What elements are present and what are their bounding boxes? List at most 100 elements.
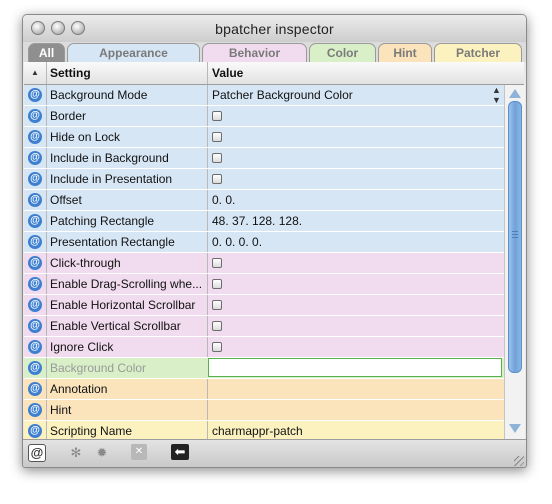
- cell-divider: [207, 190, 208, 210]
- background-mode-select[interactable]: Patcher Background Color ▲ ▼: [212, 85, 502, 105]
- vertical-scrollbar[interactable]: [504, 85, 525, 439]
- sort-indicator-icon[interactable]: ▲: [24, 62, 47, 84]
- row-gutter: @: [24, 421, 47, 439]
- hint-value[interactable]: [212, 400, 502, 420]
- attribute-icon[interactable]: @: [28, 340, 42, 354]
- attribute-icon[interactable]: @: [28, 235, 42, 249]
- cell-divider: [207, 337, 208, 357]
- attribute-icon[interactable]: @: [28, 361, 42, 375]
- attribute-icon[interactable]: @: [28, 88, 42, 102]
- row-gutter: @: [24, 316, 47, 336]
- value-column-header[interactable]: Value: [212, 62, 243, 84]
- row-gutter: @: [24, 148, 47, 168]
- row-hint[interactable]: @ Hint: [24, 400, 504, 421]
- attribute-icon[interactable]: @: [28, 382, 42, 396]
- row-enable-vertical-scrollbar[interactable]: @ Enable Vertical Scrollbar: [24, 316, 504, 337]
- row-gutter: @: [24, 379, 47, 399]
- row-gutter: @: [24, 232, 47, 252]
- enable-horizontal-scrollbar-checkbox[interactable]: [212, 300, 222, 310]
- attribute-icon[interactable]: @: [28, 214, 42, 228]
- attribute-icon[interactable]: @: [28, 298, 42, 312]
- row-presentation-rectangle[interactable]: @ Presentation Rectangle 0. 0. 0. 0.: [24, 232, 504, 253]
- column-header: ▲ Setting Value: [24, 62, 524, 85]
- row-enable-drag-scrolling[interactable]: @ Enable Drag-Scrolling whe...: [24, 274, 504, 295]
- cell-divider: [207, 274, 208, 294]
- include-in-background-checkbox[interactable]: [212, 153, 222, 163]
- patching-rectangle-value[interactable]: 48. 37. 128. 128.: [212, 211, 502, 231]
- gear-icon[interactable]: ✹: [93, 444, 111, 462]
- row-ignore-click[interactable]: @ Ignore Click: [24, 337, 504, 358]
- snowflake-icon[interactable]: ✻: [67, 444, 85, 462]
- scroll-thumb[interactable]: [508, 101, 522, 373]
- enable-vertical-scrollbar-checkbox[interactable]: [212, 321, 222, 331]
- setting-label: Hide on Lock: [50, 130, 121, 144]
- tab-patcher[interactable]: Patcher: [434, 43, 522, 62]
- row-click-through[interactable]: @ Click-through: [24, 253, 504, 274]
- offset-value[interactable]: 0. 0.: [212, 190, 502, 210]
- include-in-presentation-checkbox[interactable]: [212, 174, 222, 184]
- row-include-in-presentation[interactable]: @ Include in Presentation: [24, 169, 504, 190]
- border-checkbox[interactable]: [212, 111, 222, 121]
- click-through-checkbox[interactable]: [212, 258, 222, 268]
- row-include-in-background[interactable]: @ Include in Background: [24, 148, 504, 169]
- ignore-click-checkbox[interactable]: [212, 342, 222, 352]
- presentation-rectangle-value[interactable]: 0. 0. 0. 0.: [212, 232, 502, 252]
- attribute-icon[interactable]: @: [28, 151, 42, 165]
- scroll-down-arrow-icon[interactable]: [509, 424, 521, 433]
- attribute-icon[interactable]: @: [28, 172, 42, 186]
- tab-all[interactable]: All: [28, 43, 65, 62]
- cell-divider: [207, 232, 208, 252]
- cell-divider: [207, 211, 208, 231]
- scripting-name-value[interactable]: charmappr-patch: [212, 421, 502, 439]
- attribute-icon[interactable]: @: [28, 424, 42, 438]
- cell-divider: [207, 85, 208, 105]
- attribute-icon[interactable]: @: [28, 256, 42, 270]
- scroll-up-arrow-icon[interactable]: [509, 89, 521, 98]
- setting-label: Enable Horizontal Scrollbar: [50, 298, 196, 312]
- annotation-value[interactable]: [212, 379, 502, 399]
- hide-on-lock-checkbox[interactable]: [212, 132, 222, 142]
- cell-divider: [207, 421, 208, 439]
- row-patching-rectangle[interactable]: @ Patching Rectangle 48. 37. 128. 128.: [24, 211, 504, 232]
- tab-behavior[interactable]: Behavior: [202, 43, 307, 62]
- setting-label: Include in Presentation: [50, 172, 173, 186]
- row-offset[interactable]: @ Offset 0. 0.: [24, 190, 504, 211]
- enable-drag-scrolling-checkbox[interactable]: [212, 279, 222, 289]
- inspector-window: bpatcher inspector All Appearance Behavi…: [22, 14, 527, 468]
- tab-appearance[interactable]: Appearance: [67, 43, 200, 62]
- row-scripting-name[interactable]: @ Scripting Name charmappr-patch: [24, 421, 504, 439]
- attribute-icon[interactable]: @: [28, 109, 42, 123]
- attribute-icon[interactable]: @: [28, 130, 42, 144]
- tab-color[interactable]: Color: [309, 43, 376, 62]
- attribute-icon[interactable]: @: [28, 403, 42, 417]
- setting-column-header[interactable]: Setting: [50, 62, 91, 84]
- row-border[interactable]: @ Border: [24, 106, 504, 127]
- attribute-icon[interactable]: @: [28, 277, 42, 291]
- cell-divider: [207, 295, 208, 315]
- row-background-mode[interactable]: @ Background Mode Patcher Background Col…: [24, 85, 504, 106]
- row-gutter: @: [24, 253, 47, 273]
- resize-grip-icon[interactable]: [514, 456, 524, 466]
- setting-label: Include in Background: [50, 151, 169, 165]
- tab-bar: All Appearance Behavior Color Hint Patch…: [23, 42, 526, 62]
- row-background-color[interactable]: @ Background Color: [24, 358, 504, 379]
- tab-hint[interactable]: Hint: [378, 43, 432, 62]
- title-bar[interactable]: bpatcher inspector: [23, 15, 526, 43]
- row-gutter: @: [24, 274, 47, 294]
- attribute-filter-button[interactable]: @: [28, 444, 46, 462]
- row-gutter: @: [24, 211, 47, 231]
- background-color-field[interactable]: [208, 358, 502, 377]
- delete-icon[interactable]: ✕: [131, 444, 147, 460]
- cell-divider: [207, 148, 208, 168]
- row-gutter: @: [24, 169, 47, 189]
- row-gutter: @: [24, 358, 47, 378]
- row-enable-horizontal-scrollbar[interactable]: @ Enable Horizontal Scrollbar: [24, 295, 504, 316]
- attribute-icon[interactable]: @: [28, 193, 42, 207]
- column-divider[interactable]: [207, 62, 208, 84]
- row-hide-on-lock[interactable]: @ Hide on Lock: [24, 127, 504, 148]
- row-annotation[interactable]: @ Annotation: [24, 379, 504, 400]
- attribute-icon[interactable]: @: [28, 319, 42, 333]
- back-arrow-icon[interactable]: ⬅: [171, 444, 189, 460]
- properties-grid: @ Background Mode Patcher Background Col…: [24, 85, 504, 439]
- setting-label: Click-through: [50, 256, 121, 270]
